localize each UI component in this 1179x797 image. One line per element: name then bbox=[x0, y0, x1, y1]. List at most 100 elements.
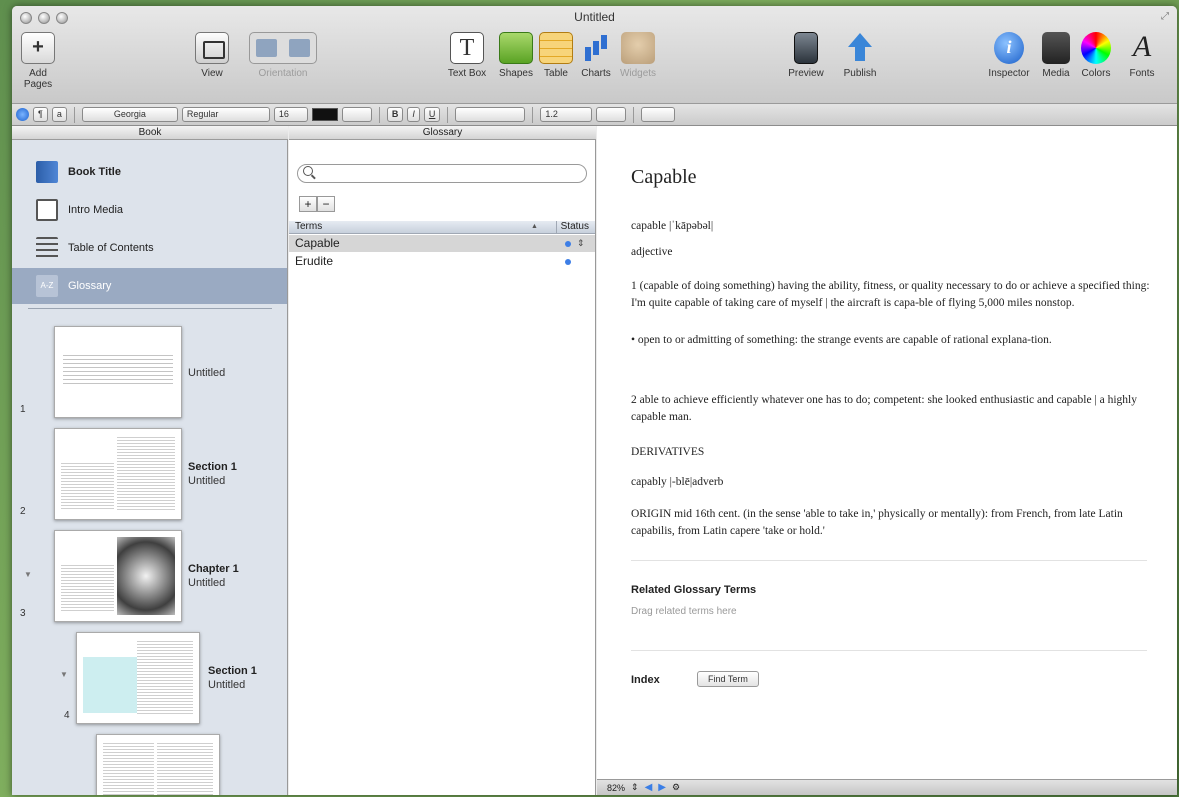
character-style-popup[interactable]: a bbox=[51, 107, 67, 122]
media-button[interactable]: Media bbox=[1038, 32, 1074, 79]
entry-part-of-speech[interactable]: adjective bbox=[631, 244, 1151, 261]
terms-column-header[interactable]: Terms bbox=[295, 221, 322, 233]
separator bbox=[633, 106, 635, 123]
term-row[interactable]: Capable ⇕ bbox=[289, 235, 595, 252]
line-spacing-popup[interactable]: 1.2 bbox=[540, 107, 593, 122]
status-dot-icon bbox=[565, 241, 571, 247]
thumb-text bbox=[63, 355, 173, 385]
entry-definition-2[interactable]: 2 able to achieve efficiently whatever o… bbox=[631, 392, 1151, 426]
separator bbox=[73, 106, 75, 123]
entry-definition-1[interactable]: 1 (capable of doing something) having th… bbox=[631, 278, 1151, 312]
thumb-text bbox=[117, 437, 175, 511]
charts-button[interactable]: Charts bbox=[578, 32, 614, 79]
term-row[interactable]: Erudite bbox=[289, 253, 595, 270]
remove-term-button[interactable]: − bbox=[317, 196, 335, 212]
paragraph-style-popup[interactable]: ¶ bbox=[33, 107, 48, 122]
window-title: Untitled bbox=[574, 10, 615, 24]
page-title: Section 1 bbox=[208, 665, 257, 677]
previous-page-icon[interactable]: ◀ bbox=[645, 782, 653, 793]
toolbar: Untitled ⤢ + Add Pages View Orientation … bbox=[12, 6, 1177, 104]
page-thumbnail[interactable] bbox=[76, 632, 200, 724]
page-label: Section 1 Untitled bbox=[188, 460, 237, 488]
page-number: 4 bbox=[64, 710, 70, 721]
glossary-pane: + − Terms ▲ Status Capable ⇕ Erudite bbox=[289, 140, 596, 795]
related-terms-heading: Related Glossary Terms bbox=[631, 584, 757, 596]
sidebar-item-book-title[interactable]: Book Title bbox=[12, 154, 287, 190]
italic-button[interactable]: I bbox=[407, 107, 420, 122]
page-thumbnail[interactable] bbox=[54, 428, 182, 520]
colors-button[interactable]: Colors bbox=[1078, 32, 1114, 79]
styles-drawer-icon[interactable] bbox=[16, 108, 29, 121]
entry-origin[interactable]: ORIGIN mid 16th cent. (in the sense 'abl… bbox=[631, 506, 1151, 540]
sidebar-item-intro-media[interactable]: Intro Media bbox=[12, 192, 287, 228]
columns-popup[interactable] bbox=[596, 107, 627, 122]
bold-button[interactable]: B bbox=[386, 107, 404, 122]
glossary-entry-editor[interactable]: Capable capable |ˈkāpəbəl| adjective 1 (… bbox=[597, 126, 1177, 779]
disclosure-triangle-icon[interactable]: ▼ bbox=[60, 670, 68, 679]
entry-derivatives-heading[interactable]: DERIVATIVES bbox=[631, 444, 1151, 461]
media-icon bbox=[1042, 32, 1070, 64]
add-term-button[interactable]: + bbox=[299, 196, 317, 212]
table-button[interactable]: Table bbox=[538, 32, 574, 79]
status-column-header[interactable]: Status bbox=[555, 221, 589, 233]
status-stepper-icon[interactable]: ⇕ bbox=[577, 235, 585, 252]
sort-ascending-icon: ▲ bbox=[531, 223, 538, 230]
glossary-search-input[interactable] bbox=[297, 164, 587, 183]
background-color-well[interactable] bbox=[341, 107, 372, 122]
list-style-popup[interactable] bbox=[641, 107, 676, 122]
publish-icon bbox=[843, 32, 877, 64]
publish-button[interactable]: Publish bbox=[838, 32, 882, 79]
page-thumbnail[interactable] bbox=[54, 326, 182, 418]
inspector-button[interactable]: i Inspector bbox=[984, 32, 1034, 79]
orientation-icon bbox=[249, 32, 317, 64]
status-dot-icon bbox=[565, 259, 571, 265]
sidebar-divider bbox=[28, 308, 272, 309]
entry-title[interactable]: Capable bbox=[631, 166, 697, 189]
font-style-popup[interactable]: Regular bbox=[181, 107, 270, 122]
fonts-button[interactable]: A Fonts bbox=[1122, 32, 1162, 80]
thumb-text bbox=[61, 565, 114, 613]
fullscreen-icon[interactable]: ⤢ bbox=[1161, 11, 1169, 22]
page-subtitle: Untitled bbox=[188, 577, 226, 589]
zoom-popup[interactable]: 82% bbox=[607, 783, 625, 793]
media-label: Media bbox=[1042, 68, 1070, 79]
next-page-icon[interactable]: ▶ bbox=[658, 782, 666, 793]
gear-icon[interactable]: ⚙ bbox=[672, 782, 680, 793]
underline-button[interactable]: U bbox=[423, 107, 441, 122]
status-bar: 82% ⇕ ◀ ▶ ⚙ bbox=[597, 779, 1177, 795]
term-label: Capable bbox=[295, 236, 340, 250]
disclosure-triangle-icon[interactable]: ▼ bbox=[24, 570, 32, 579]
sidebar-item-table-of-contents[interactable]: Table of Contents bbox=[12, 230, 287, 266]
related-terms-dropzone[interactable]: Drag related terms here bbox=[631, 606, 737, 617]
sidebar-item-glossary[interactable]: A-Z Glossary bbox=[12, 268, 287, 304]
font-size-field[interactable]: 16 bbox=[273, 107, 308, 122]
page-thumbnail[interactable] bbox=[54, 530, 182, 622]
entry-definition-1b[interactable]: • open to or admitting of something: the… bbox=[631, 332, 1151, 349]
alignment-buttons[interactable] bbox=[455, 107, 526, 122]
shapes-button[interactable]: Shapes bbox=[496, 32, 536, 79]
find-term-button[interactable]: Find Term bbox=[697, 671, 759, 687]
widgets-button[interactable]: Widgets bbox=[616, 32, 660, 79]
glossary-pane-header: Glossary bbox=[289, 126, 596, 140]
text-color-well[interactable] bbox=[311, 108, 338, 121]
add-pages-button[interactable]: + Add Pages bbox=[16, 32, 60, 90]
book-icon bbox=[36, 161, 58, 183]
orientation-button[interactable]: Orientation bbox=[248, 32, 318, 79]
page-label: Chapter 1 Untitled bbox=[188, 562, 239, 590]
page-thumbnail[interactable] bbox=[96, 734, 220, 795]
text-box-button[interactable]: T Text Box bbox=[442, 32, 492, 79]
text-box-icon: T bbox=[450, 32, 484, 64]
entry-pronunciation[interactable]: capable |ˈkāpəbəl| bbox=[631, 218, 1151, 235]
separator bbox=[447, 106, 449, 123]
font-family-popup[interactable]: Georgia bbox=[81, 107, 178, 122]
entry-derivative[interactable]: capably |-blē|adverb bbox=[631, 474, 1151, 491]
preview-label: Preview bbox=[788, 68, 824, 79]
thumb-text bbox=[103, 743, 155, 795]
page-label: Section 1 Untitled bbox=[208, 664, 257, 692]
separator bbox=[532, 106, 534, 123]
preview-button[interactable]: Preview bbox=[784, 32, 828, 79]
table-label: Table bbox=[544, 68, 568, 79]
view-button[interactable]: View bbox=[192, 32, 232, 79]
zoom-stepper-icon[interactable]: ⇕ bbox=[631, 782, 639, 793]
thumb-sidebar-box bbox=[83, 657, 137, 713]
